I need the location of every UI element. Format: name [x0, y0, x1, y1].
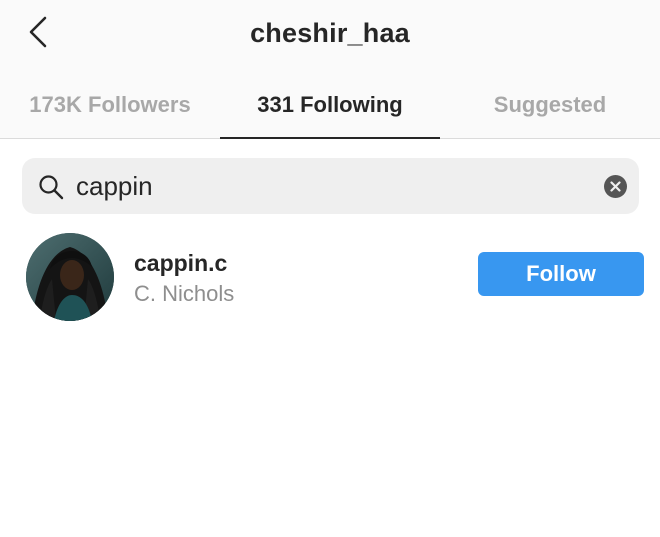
search-bar: [22, 158, 639, 214]
tab-label: Suggested: [493, 92, 607, 117]
clear-search-button[interactable]: [604, 175, 627, 198]
list-item[interactable]: cappin.c C. Nichols Follow: [0, 230, 660, 326]
follow-button[interactable]: Follow: [478, 252, 644, 296]
tab-following[interactable]: 331 Following: [220, 72, 440, 139]
username[interactable]: cappin.c: [134, 250, 227, 277]
clear-icon: [610, 181, 621, 192]
following-screen: cheshir_haa 173K Followers 331 Following…: [0, 0, 660, 537]
tab-suggested[interactable]: Suggested: [440, 72, 660, 138]
avatar[interactable]: [26, 233, 114, 321]
tab-followers[interactable]: 173K Followers: [0, 72, 220, 138]
tab-label: 173K Followers: [29, 92, 191, 117]
page-title: cheshir_haa: [250, 18, 410, 48]
tab-label: 331 Following: [257, 92, 403, 117]
active-tab-indicator: [220, 137, 440, 139]
full-name: C. Nichols: [134, 281, 235, 306]
avatar-image: [26, 233, 114, 321]
search-icon: [39, 175, 64, 200]
tab-bar: 173K Followers 331 Following Suggested: [0, 72, 660, 139]
search-input[interactable]: [76, 158, 586, 214]
header: cheshir_haa: [0, 0, 660, 72]
